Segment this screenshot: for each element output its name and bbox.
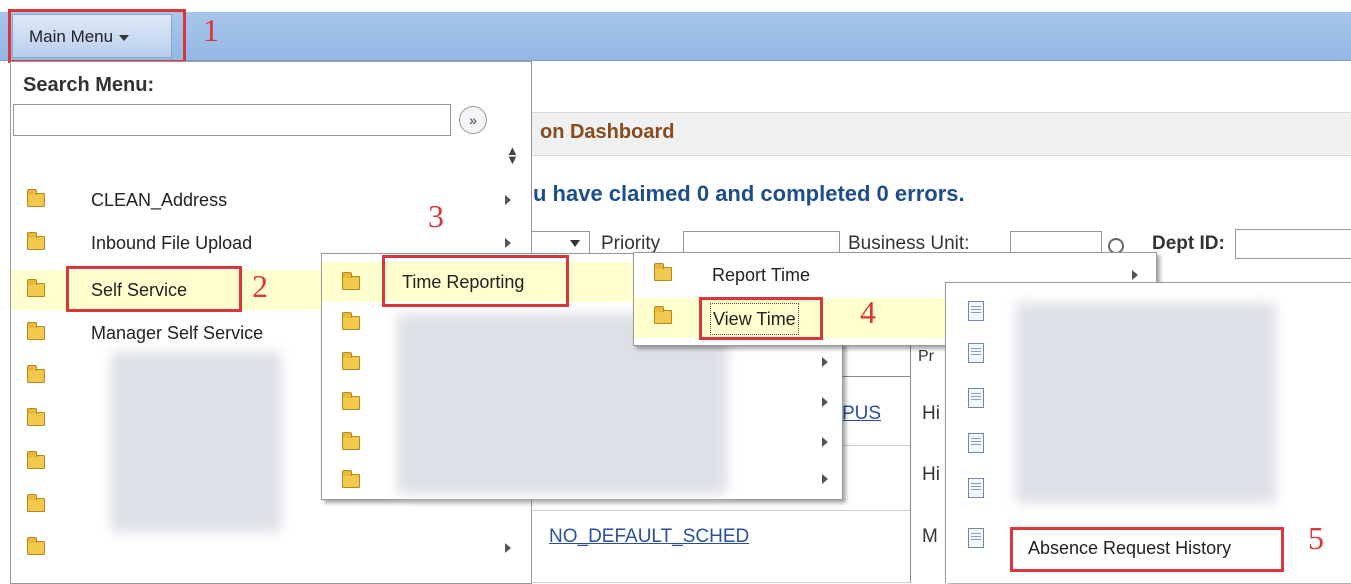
folder-icon bbox=[27, 365, 45, 383]
menu-item-label: CLEAN_Address bbox=[91, 190, 228, 210]
annotation-4: 4 bbox=[860, 294, 876, 330]
annotation-1: 1 bbox=[203, 12, 219, 48]
folder-icon bbox=[27, 189, 45, 207]
menu-item-label: Report Time bbox=[712, 265, 811, 285]
annotation-2: 2 bbox=[252, 268, 268, 304]
chevron-right-icon bbox=[505, 238, 511, 248]
folder-icon bbox=[27, 451, 45, 469]
row3-priority: M bbox=[922, 526, 938, 547]
chevron-right-icon bbox=[1132, 270, 1138, 280]
folder-icon bbox=[654, 306, 672, 324]
dashboard-title: on Dashboard bbox=[540, 121, 675, 143]
folder-icon bbox=[27, 408, 45, 426]
chevron-right-icon bbox=[505, 543, 511, 553]
folder-icon bbox=[342, 470, 360, 488]
chevron-right-icon bbox=[822, 357, 828, 367]
folder-icon bbox=[342, 432, 360, 450]
menu-item-redacted[interactable] bbox=[11, 528, 529, 568]
document-icon bbox=[968, 478, 984, 498]
grid-divider bbox=[910, 340, 911, 582]
folder-icon bbox=[654, 263, 672, 281]
chevron-right-icon bbox=[822, 397, 828, 407]
annotation-5: 5 bbox=[1308, 520, 1324, 556]
chevron-right-icon bbox=[822, 437, 828, 447]
row2-priority: Hi bbox=[922, 464, 940, 485]
highlight-box-5 bbox=[1010, 527, 1284, 572]
document-icon bbox=[968, 433, 984, 453]
folder-icon bbox=[27, 279, 45, 297]
annotation-3: 3 bbox=[428, 198, 444, 234]
highlight-box-3 bbox=[382, 255, 569, 307]
folder-icon bbox=[342, 272, 360, 290]
folder-icon bbox=[27, 322, 45, 340]
folder-icon bbox=[342, 352, 360, 370]
chevron-right-icon bbox=[822, 474, 828, 484]
scroll-updown-icon[interactable]: ▲ ▼ bbox=[506, 144, 519, 166]
grid-header-pr: Pr bbox=[918, 348, 934, 365]
dept-id-label: Dept ID: bbox=[1152, 233, 1225, 254]
menu-item-label: Inbound File Upload bbox=[91, 233, 253, 253]
document-icon bbox=[968, 528, 984, 548]
row1-link[interactable]: PUS bbox=[842, 403, 881, 425]
folder-icon bbox=[342, 392, 360, 410]
search-menu-input[interactable] bbox=[13, 104, 451, 136]
menu-item-clean-address[interactable]: CLEAN_Address bbox=[11, 180, 529, 220]
claim-message: u have claimed 0 and completed 0 errors. bbox=[533, 181, 965, 206]
document-icon bbox=[968, 301, 984, 321]
row1-priority: Hi bbox=[922, 403, 940, 424]
chevron-right-icon bbox=[505, 195, 511, 205]
highlight-box-1 bbox=[8, 9, 186, 63]
folder-icon bbox=[27, 494, 45, 512]
menu-item-label: Manager Self Service bbox=[91, 323, 264, 343]
highlight-box-4 bbox=[699, 297, 823, 340]
dept-id-input[interactable] bbox=[1235, 229, 1351, 259]
folder-icon bbox=[27, 537, 45, 555]
double-chevron-right-icon[interactable]: » bbox=[459, 106, 487, 134]
folder-icon bbox=[342, 312, 360, 330]
redacted-area bbox=[1016, 303, 1276, 503]
highlight-box-2 bbox=[66, 266, 242, 312]
folder-icon bbox=[27, 232, 45, 250]
filter-dropdown-icon bbox=[570, 240, 580, 247]
document-icon bbox=[968, 388, 984, 408]
document-icon bbox=[968, 343, 984, 363]
search-menu-label: Search Menu: bbox=[23, 74, 155, 96]
redacted-area bbox=[111, 352, 281, 532]
row3-link[interactable]: NO_DEFAULT_SCHED bbox=[549, 526, 749, 548]
